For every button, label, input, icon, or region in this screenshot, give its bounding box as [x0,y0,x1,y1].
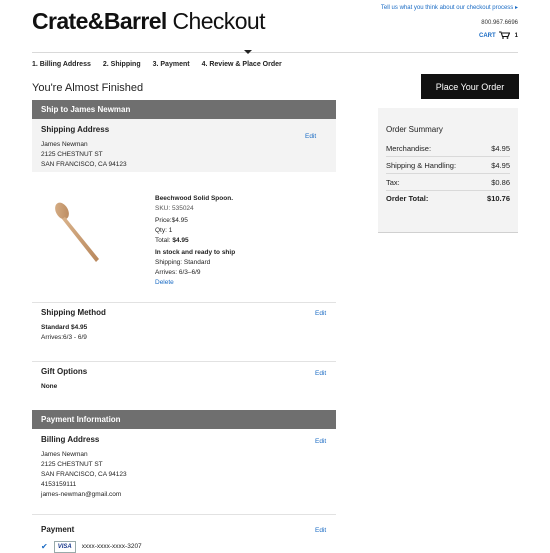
billing-phone: 4153159111 [41,481,77,488]
summary-row-shipping: Shipping & Handling: $4.95 [386,161,510,170]
feedback-link-text: Tell us what you think about our checkou… [380,5,514,11]
shipping-address-edit-link[interactable]: Edit [305,133,316,140]
place-order-button[interactable]: Place Your Order [421,74,519,99]
summary-label: Tax: [386,178,400,187]
product-name[interactable]: Beechwood Solid Spoon. [155,194,235,204]
summary-value: $4.95 [491,144,510,153]
payment-heading: Payment [41,525,75,534]
order-summary: Order Summary Merchandise: $4.95 Shippin… [378,108,518,233]
step-review: 4. Review & Place Order [201,61,282,68]
stock-status: In stock and ready to ship [155,249,236,256]
page-title: You're Almost Finished [32,82,144,94]
summary-row-merchandise: Merchandise: $4.95 [386,144,510,153]
phone-number: 800.967.6696 [481,20,518,26]
billing-email: james-newman@gmail.com [41,491,122,498]
shipping-name: James Newman [41,141,88,148]
summary-total-value: $10.76 [487,194,510,203]
billing-address-lines: James Newman 2125 CHESTNUT ST SAN FRANCI… [41,450,127,500]
step-shipping[interactable]: 2. Shipping [103,61,141,68]
gift-options-heading: Gift Options [41,367,88,376]
divider [386,190,510,191]
delete-item-link[interactable]: Delete [155,278,235,288]
header-divider [32,52,518,53]
gift-options-edit-link[interactable]: Edit [315,370,326,377]
billing-address-edit-link[interactable]: Edit [315,438,326,445]
divider [32,361,336,362]
shipping-city: SAN FRANCISCO, CA 94123 [41,161,127,168]
summary-label: Merchandise: [386,144,432,153]
shipping-address-lines: James Newman 2125 CHESTNUT ST SAN FRANCI… [41,140,127,170]
current-step-pointer-icon [244,50,252,54]
payment-edit-link[interactable]: Edit [315,527,326,534]
payment-card-row: ✔ VISA xxxx-xxxx-xxxx-3207 [41,541,142,553]
ship-to-bar: Ship to James Newman [32,100,336,119]
cart-count: 1 [514,33,518,39]
order-summary-heading: Order Summary [386,125,443,134]
product-total: Total: $4.95 [155,236,235,246]
triangle-right-icon: ▸ [514,5,518,11]
cart-link[interactable]: CART 1 [479,31,518,41]
step-billing[interactable]: 1. Billing Address [32,61,91,68]
product-arrives: Arrives: 6/3–6/9 [155,269,201,276]
product-price: Price:$4.95 [155,217,188,224]
summary-row-tax: Tax: $0.86 [386,178,510,187]
checkmark-icon: ✔ [41,542,48,551]
product-shipping: Shipping: Standard [155,259,211,266]
summary-label: Shipping & Handling: [386,161,457,170]
product-details: Beechwood Solid Spoon. SKU: 535024 Price… [155,194,235,288]
billing-city: SAN FRANCISCO, CA 94123 [41,471,127,478]
divider [32,514,336,515]
visa-card-icon: VISA [53,541,76,553]
summary-total-label: Order Total: [386,194,429,203]
card-number: xxxx-xxxx-xxxx-3207 [81,543,142,550]
shipping-street: 2125 CHESTNUT ST [41,151,103,158]
shipping-address-box: Shipping Address Edit James Newman 2125 … [32,119,336,172]
shipping-method-value: Standard $4.95 [41,324,88,331]
cart-label: CART [478,33,496,39]
summary-row-total: Order Total: $10.76 [386,194,510,203]
billing-name: James Newman [41,451,88,458]
shipping-address-heading: Shipping Address [41,125,110,134]
summary-value: $0.86 [491,178,510,187]
billing-street: 2125 CHESTNUT ST [41,461,103,468]
product-total-label: Total: [155,237,171,244]
payment-info-bar: Payment Information [32,410,336,429]
billing-address-heading: Billing Address [41,435,100,444]
brand-name: Crate&Barrel [32,8,167,34]
logo[interactable]: Crate&Barrel Checkout [32,7,265,35]
shipping-method-edit-link[interactable]: Edit [315,310,326,317]
shipping-method-heading: Shipping Method [41,308,106,317]
shipping-method-details: Standard $4.95 Arrives:6/3 - 6/9 [41,323,87,343]
step-payment[interactable]: 3. Payment [153,61,190,68]
cart-icon [498,31,510,41]
summary-value: $4.95 [491,161,510,170]
divider [386,156,510,157]
checkout-steps: 1. Billing Address 2. Shipping 3. Paymen… [32,61,282,68]
feedback-link[interactable]: Tell us what you think about our checkou… [381,4,518,11]
gift-options-value: None [41,383,58,390]
shipping-method-arrives: Arrives:6/3 - 6/9 [41,334,87,341]
product-image[interactable] [52,200,104,269]
divider [386,173,510,174]
product-qty: Qty: 1 [155,227,173,234]
divider [32,302,336,303]
product-total-value: $4.95 [172,237,189,244]
page-word: Checkout [172,8,266,34]
product-sku: SKU: 535024 [155,205,194,212]
